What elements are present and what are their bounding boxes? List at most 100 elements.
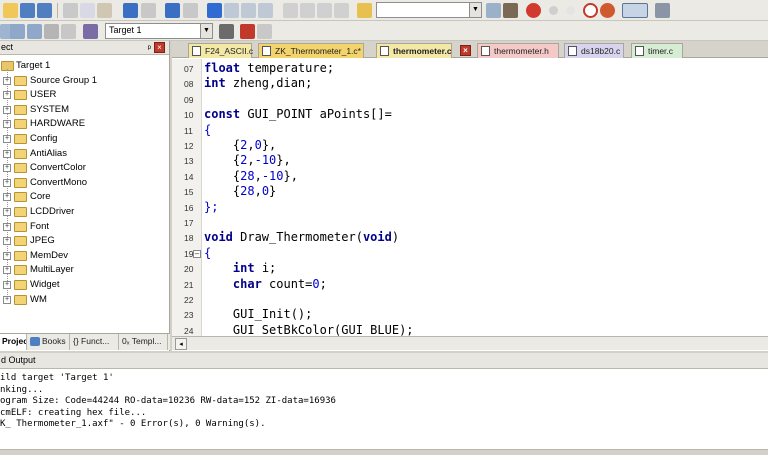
- line-number: 07: [184, 64, 194, 74]
- expand-plus-icon[interactable]: +: [3, 208, 11, 216]
- breakpoint-disable-all-icon[interactable]: [583, 3, 598, 18]
- tab-f24-ascii[interactable]: F24_ASCII.c: [188, 43, 253, 58]
- build-output-line: K_ Thermometer_1.axf" - 0 Error(s), 0 Wa…: [0, 419, 266, 430]
- expand-plus-icon[interactable]: +: [3, 178, 11, 187]
- cut-icon[interactable]: [63, 3, 78, 18]
- bookmark-prev-icon[interactable]: [224, 3, 239, 18]
- close-icon[interactable]: ×: [154, 42, 165, 53]
- bookmark-icon[interactable]: [207, 3, 222, 18]
- redo-icon[interactable]: [141, 3, 156, 18]
- horizontal-scrollbar[interactable]: ◂: [172, 336, 768, 350]
- build-icon[interactable]: [10, 24, 25, 39]
- save-icon[interactable]: [20, 3, 35, 18]
- fold-collapse-icon[interactable]: −: [193, 249, 201, 258]
- tree-label: Widget: [30, 279, 60, 290]
- tab-ds18b20[interactable]: ds18b20.c: [564, 43, 624, 58]
- expand-plus-icon[interactable]: +: [3, 222, 11, 231]
- chevron-down-icon[interactable]: ▼: [200, 24, 212, 38]
- incremental-find-icon[interactable]: [503, 3, 518, 18]
- code-line: const GUI_POINT aPoints[]=: [204, 107, 392, 122]
- window-layout-icon[interactable]: [622, 3, 648, 18]
- nav-forward-icon[interactable]: [183, 3, 198, 18]
- chevron-down-icon[interactable]: ▼: [469, 3, 481, 17]
- comment-icon[interactable]: [317, 3, 332, 18]
- download-icon[interactable]: [83, 24, 98, 39]
- expand-plus-icon[interactable]: +: [3, 76, 11, 85]
- line-number: 16: [184, 202, 194, 213]
- tree-label: LCDDriver: [30, 206, 75, 217]
- tab-project[interactable]: Project: [0, 334, 27, 350]
- h-file-icon: [481, 46, 490, 56]
- pin-icon[interactable]: ᵖ: [148, 42, 151, 55]
- folder-icon: [14, 280, 27, 290]
- expand-plus-icon[interactable]: +: [3, 251, 11, 260]
- folder-icon: [14, 265, 27, 276]
- breakpoint-kill-icon[interactable]: [600, 3, 615, 18]
- expand-plus-icon[interactable]: +: [3, 237, 11, 246]
- batch-build-icon[interactable]: [44, 24, 59, 39]
- undo-icon[interactable]: [123, 3, 138, 18]
- debug-start-icon[interactable]: [526, 3, 541, 18]
- scroll-left-icon[interactable]: ◂: [175, 338, 187, 350]
- panel-title-text: ect: [1, 42, 14, 52]
- copy-icon[interactable]: [80, 3, 95, 18]
- line-number: 24: [184, 325, 194, 336]
- tab-thermometer-h[interactable]: thermometer.h: [477, 43, 559, 58]
- build-output-panel: d Output ild target 'Target 1' nking... og…: [0, 353, 768, 455]
- tab-label: ds18b20.c: [581, 46, 621, 56]
- uncomment-icon[interactable]: [334, 3, 349, 18]
- close-icon[interactable]: ×: [460, 45, 471, 56]
- expand-plus-icon[interactable]: +: [3, 164, 11, 173]
- code-line: int zheng,dian;: [204, 76, 313, 91]
- bookmark-next-icon[interactable]: [241, 3, 256, 18]
- configure-icon[interactable]: [655, 3, 670, 18]
- indent-icon[interactable]: [283, 3, 298, 18]
- line-number: 21: [184, 279, 194, 290]
- tree-label: SYSTEM: [30, 103, 70, 115]
- find-icon[interactable]: [486, 3, 501, 18]
- expand-plus-icon[interactable]: +: [3, 149, 11, 158]
- tab-timer[interactable]: timer.c: [631, 43, 683, 58]
- folder-icon: [14, 192, 27, 203]
- unindent-icon[interactable]: [300, 3, 315, 18]
- c-file-icon: [192, 46, 201, 56]
- tab-functions[interactable]: {} Funct...: [71, 334, 119, 350]
- expand-plus-icon[interactable]: +: [3, 193, 11, 202]
- target-combo[interactable]: Target 1 ▼: [105, 23, 213, 39]
- stop-build-icon[interactable]: [61, 24, 76, 39]
- find-combo[interactable]: ▼: [376, 2, 482, 18]
- breakpoint-disable-icon[interactable]: [566, 6, 575, 15]
- line-number: 22: [184, 295, 194, 305]
- expand-plus-icon[interactable]: +: [3, 135, 11, 143]
- tree-label: WM: [30, 293, 47, 305]
- expand-plus-icon[interactable]: +: [3, 281, 11, 289]
- tree-label: Config: [30, 133, 58, 144]
- rebuild-icon[interactable]: [27, 24, 42, 39]
- tab-zk-thermometer[interactable]: ZK_Thermometer_1.c*: [258, 43, 364, 58]
- tab-templates[interactable]: 0ₓ Templ...: [120, 334, 168, 350]
- find-in-files-icon[interactable]: [357, 3, 372, 18]
- tab-label: thermometer.c: [393, 46, 452, 56]
- tab-thermometer-c[interactable]: thermometer.c ×: [376, 43, 471, 58]
- open-file-icon[interactable]: [3, 3, 18, 18]
- expand-plus-icon[interactable]: +: [3, 91, 11, 100]
- manage-components-icon[interactable]: [240, 24, 255, 39]
- paste-icon[interactable]: [97, 3, 112, 18]
- expand-plus-icon[interactable]: +: [3, 120, 11, 129]
- folder-icon: [14, 75, 27, 86]
- target-options-icon[interactable]: [219, 24, 234, 39]
- save-all-icon[interactable]: [37, 3, 52, 18]
- expand-plus-icon[interactable]: +: [3, 105, 11, 114]
- nav-back-icon[interactable]: [165, 3, 180, 18]
- code-line: };: [204, 199, 219, 214]
- code-line: {: [204, 122, 212, 137]
- project-panel: ect ᵖ × Target 1 + Source Group 1 + USER + SYS…: [0, 41, 170, 351]
- bookmark-clear-icon[interactable]: [258, 3, 273, 18]
- tab-books[interactable]: Books: [28, 334, 70, 350]
- expand-plus-icon[interactable]: +: [3, 295, 11, 304]
- manage-project-icon[interactable]: [257, 24, 272, 39]
- expand-plus-icon[interactable]: +: [3, 266, 11, 275]
- breakpoint-icon[interactable]: [549, 6, 558, 15]
- line-number-gutter: 07 08 09 10 11 12 13 14 15 16 17 18 19−20 21 22 23 24: [172, 59, 202, 336]
- code-line: {2,-10},: [204, 153, 291, 168]
